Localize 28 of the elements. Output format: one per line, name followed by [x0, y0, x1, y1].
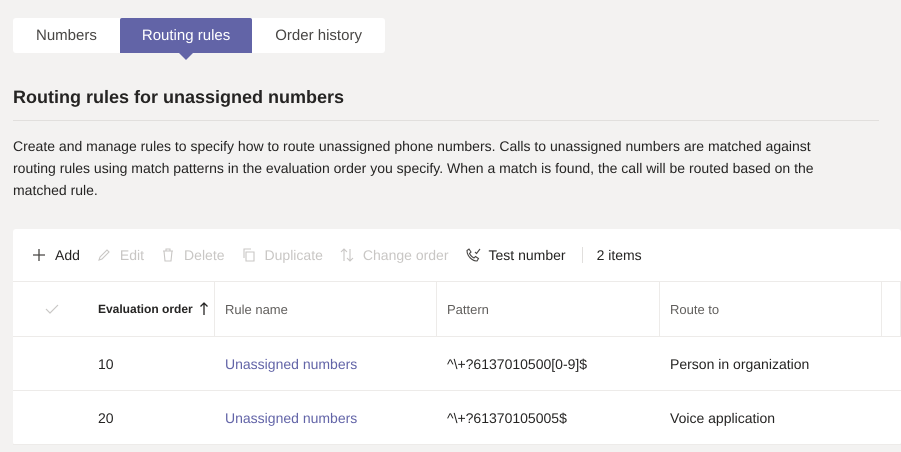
tab[interactable]: Order history: [252, 18, 385, 53]
phone-icon: [464, 247, 481, 263]
up-down-arrows-icon: [338, 247, 355, 263]
description: Create and manage rules to specify how to route unassigned phone numbers. Calls to unassigned numbers are matched against routing rules using match patterns in the evaluation order you specify. When a match is found, the call will be routed based on the matched rule.: [13, 137, 815, 200]
sort-ascending-icon: [198, 302, 209, 316]
section-heading: Routing rules for unassigned numbers: [13, 87, 879, 121]
pencil-icon: [96, 247, 112, 263]
table-cell-text: Person in organization: [669, 356, 810, 372]
rule-name-link[interactable]: Unassigned numbers: [215, 356, 437, 372]
table-cell-text: ^\+?6137010500[0-9]$: [446, 356, 588, 372]
column-header[interactable]: Route to: [660, 282, 882, 336]
table-cell-text: 20: [97, 410, 115, 426]
column-header[interactable]: Rule name: [215, 282, 437, 336]
column-header[interactable]: Evaluation order: [90, 282, 215, 336]
column-header[interactable]: Pattern: [437, 282, 660, 336]
table-row[interactable]: 10 Unassigned numbers ^\+?6137010500[0-9]$ Person in organization: [13, 337, 901, 391]
tab[interactable]: Numbers: [13, 18, 120, 53]
table-cell-text: ^\+?61370105005$: [446, 410, 568, 426]
tab[interactable]: Routing rules: [120, 18, 252, 60]
copy-icon: [240, 247, 257, 263]
test-button[interactable]: Test number: [456, 239, 574, 271]
plus-icon: [31, 247, 47, 263]
add-button[interactable]: Add: [23, 239, 88, 271]
table-row[interactable]: 20 Unassigned numbers ^\+?61370105005$ Voice application: [13, 391, 901, 445]
item-count: 2 items: [596, 247, 642, 263]
table-cell-text: 10: [97, 356, 115, 372]
rule-name-link[interactable]: Unassigned numbers: [215, 410, 437, 426]
table-cell-text: Voice application: [669, 410, 776, 426]
